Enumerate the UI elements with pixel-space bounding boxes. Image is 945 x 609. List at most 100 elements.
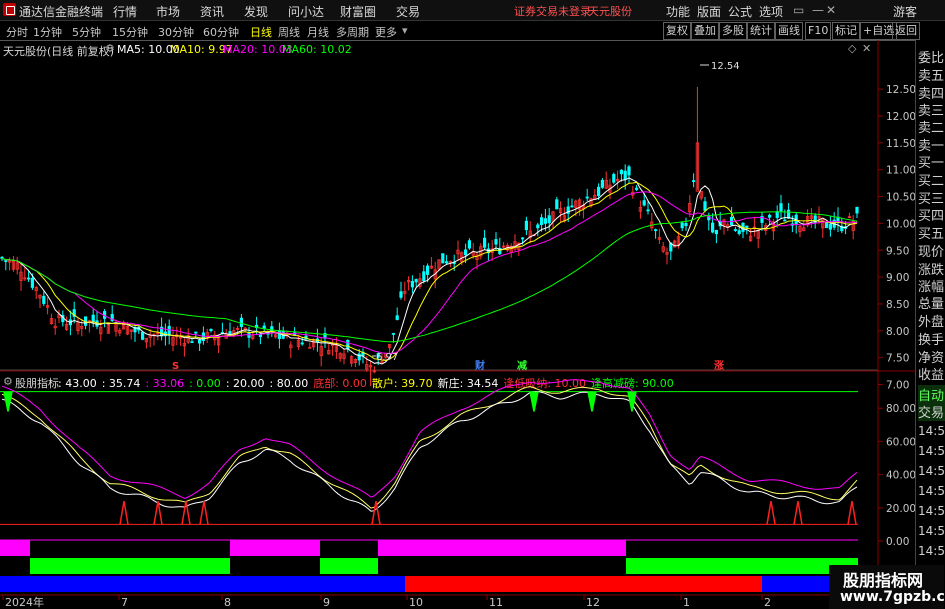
- chart-marker-2: 减: [517, 359, 527, 372]
- sell-signal-drop: [529, 391, 539, 412]
- side-item-6[interactable]: 买一: [918, 152, 945, 171]
- side-item-0[interactable]: 委比: [918, 47, 945, 66]
- site-watermark: 股朋指标网 www.7gpzb.com: [829, 565, 945, 609]
- candle-body: [787, 209, 791, 219]
- candle-body: [277, 330, 282, 339]
- tick-time-2: 14:56: [918, 464, 945, 478]
- candle-body: [654, 229, 658, 232]
- candle-body: [733, 229, 738, 231]
- ma60-line: [1, 211, 858, 343]
- candle-body: [262, 325, 266, 329]
- x-tick-label: 11: [489, 596, 503, 609]
- side-item-11[interactable]: 现价: [918, 241, 945, 260]
- candle-body: [635, 187, 639, 190]
- candle-body: [585, 196, 589, 199]
- signal-band: [626, 558, 858, 574]
- signal-band: [0, 540, 30, 556]
- side-item-10[interactable]: 买五: [918, 223, 945, 242]
- candle-body: [239, 317, 243, 328]
- x-tick-label: 2: [764, 596, 771, 609]
- price-tick-label: 8.50: [886, 299, 909, 311]
- side-item-20[interactable]: 交易: [918, 402, 945, 421]
- price-tick-label: 10.00: [886, 218, 916, 230]
- buy-signal-spike: [793, 501, 803, 525]
- candle-body: [745, 225, 749, 229]
- candle-body: [775, 211, 779, 218]
- candle-body: [258, 334, 263, 337]
- candle-body: [570, 205, 574, 208]
- side-item-4[interactable]: 卖二: [918, 117, 945, 136]
- price-tick-label: 7.00: [886, 380, 909, 392]
- signal-band: [405, 576, 762, 592]
- side-item-14[interactable]: 总量: [918, 293, 945, 312]
- price-tick-label: 11.00: [886, 165, 916, 177]
- candle-body: [783, 219, 787, 222]
- price-tick-label: 9.50: [886, 245, 909, 257]
- side-item-15[interactable]: 外盘: [918, 311, 945, 330]
- candle-body: [825, 222, 829, 229]
- candle-body: [521, 237, 525, 240]
- chart-marker-0: S: [172, 361, 179, 372]
- signal-band: [30, 558, 230, 574]
- candle-body: [395, 315, 399, 320]
- tick-time-4: 14:56: [918, 504, 945, 518]
- buy-signal-spike: [847, 501, 857, 525]
- tick-time-1: 14:56: [918, 444, 945, 458]
- candle-body: [346, 339, 350, 350]
- candle-body: [555, 199, 559, 210]
- candle-body: [414, 279, 418, 283]
- x-tick-label: 2024年: [5, 595, 44, 609]
- candle-body: [410, 281, 415, 288]
- candle-body: [600, 179, 605, 188]
- candle-body: [26, 277, 31, 280]
- candle-body: [209, 328, 213, 332]
- price-tick-label: 12.50: [886, 84, 916, 96]
- side-item-18[interactable]: 收益: [918, 364, 945, 383]
- candle-body: [828, 223, 833, 230]
- candle-body: [543, 218, 548, 224]
- sell-signal-drop: [587, 391, 597, 412]
- side-item-9[interactable]: 买四: [918, 205, 945, 224]
- x-tick-label: 7: [121, 596, 128, 609]
- candle-body: [308, 346, 312, 349]
- x-tick-label: 10: [409, 596, 423, 609]
- candle-body: [467, 240, 472, 249]
- candle-body: [30, 277, 35, 288]
- x-tick-label: 8: [224, 596, 231, 609]
- kline-chart[interactable]: 12.5012.0011.5011.0010.5010.009.509.008.…: [0, 0, 945, 609]
- candle-body: [623, 170, 627, 180]
- x-tick-label: 9: [323, 596, 330, 609]
- price-tick-label: 10.50: [886, 192, 916, 204]
- indicator-line-white: [1, 391, 858, 512]
- indicator-line-yellow: [1, 385, 858, 509]
- candle-body: [422, 271, 426, 282]
- buy-signal-spike: [766, 501, 776, 525]
- chart-marker-3: 涨: [714, 359, 724, 372]
- candle-body: [482, 237, 487, 248]
- sell-signal-drop: [3, 391, 13, 412]
- candle-body: [627, 166, 631, 176]
- side-item-1[interactable]: 卖五: [918, 65, 945, 84]
- candle-body: [680, 222, 684, 229]
- signal-band: [0, 576, 405, 592]
- candle-body: [190, 341, 194, 344]
- side-item-16[interactable]: 换手: [918, 329, 945, 348]
- tick-time-6: 14:56: [918, 544, 945, 558]
- candle-body: [463, 249, 468, 256]
- x-tick-label: 1: [683, 596, 690, 609]
- buy-signal-spike: [119, 501, 129, 525]
- candle-body: [197, 339, 202, 344]
- candle-body: [391, 332, 396, 335]
- candle-body: [737, 230, 741, 234]
- tick-time-0: 14:56: [918, 424, 945, 438]
- ma20-line: [1, 191, 858, 355]
- candle-body: [703, 201, 707, 211]
- candle-body: [684, 223, 688, 227]
- candle-body: [441, 253, 445, 264]
- candle-body: [194, 331, 198, 334]
- candle-body: [597, 186, 601, 196]
- candle-body: [425, 265, 430, 275]
- ma5-line: [1, 177, 858, 365]
- side-item-7[interactable]: 买二: [918, 170, 945, 189]
- buy-signal-spike: [371, 501, 381, 525]
